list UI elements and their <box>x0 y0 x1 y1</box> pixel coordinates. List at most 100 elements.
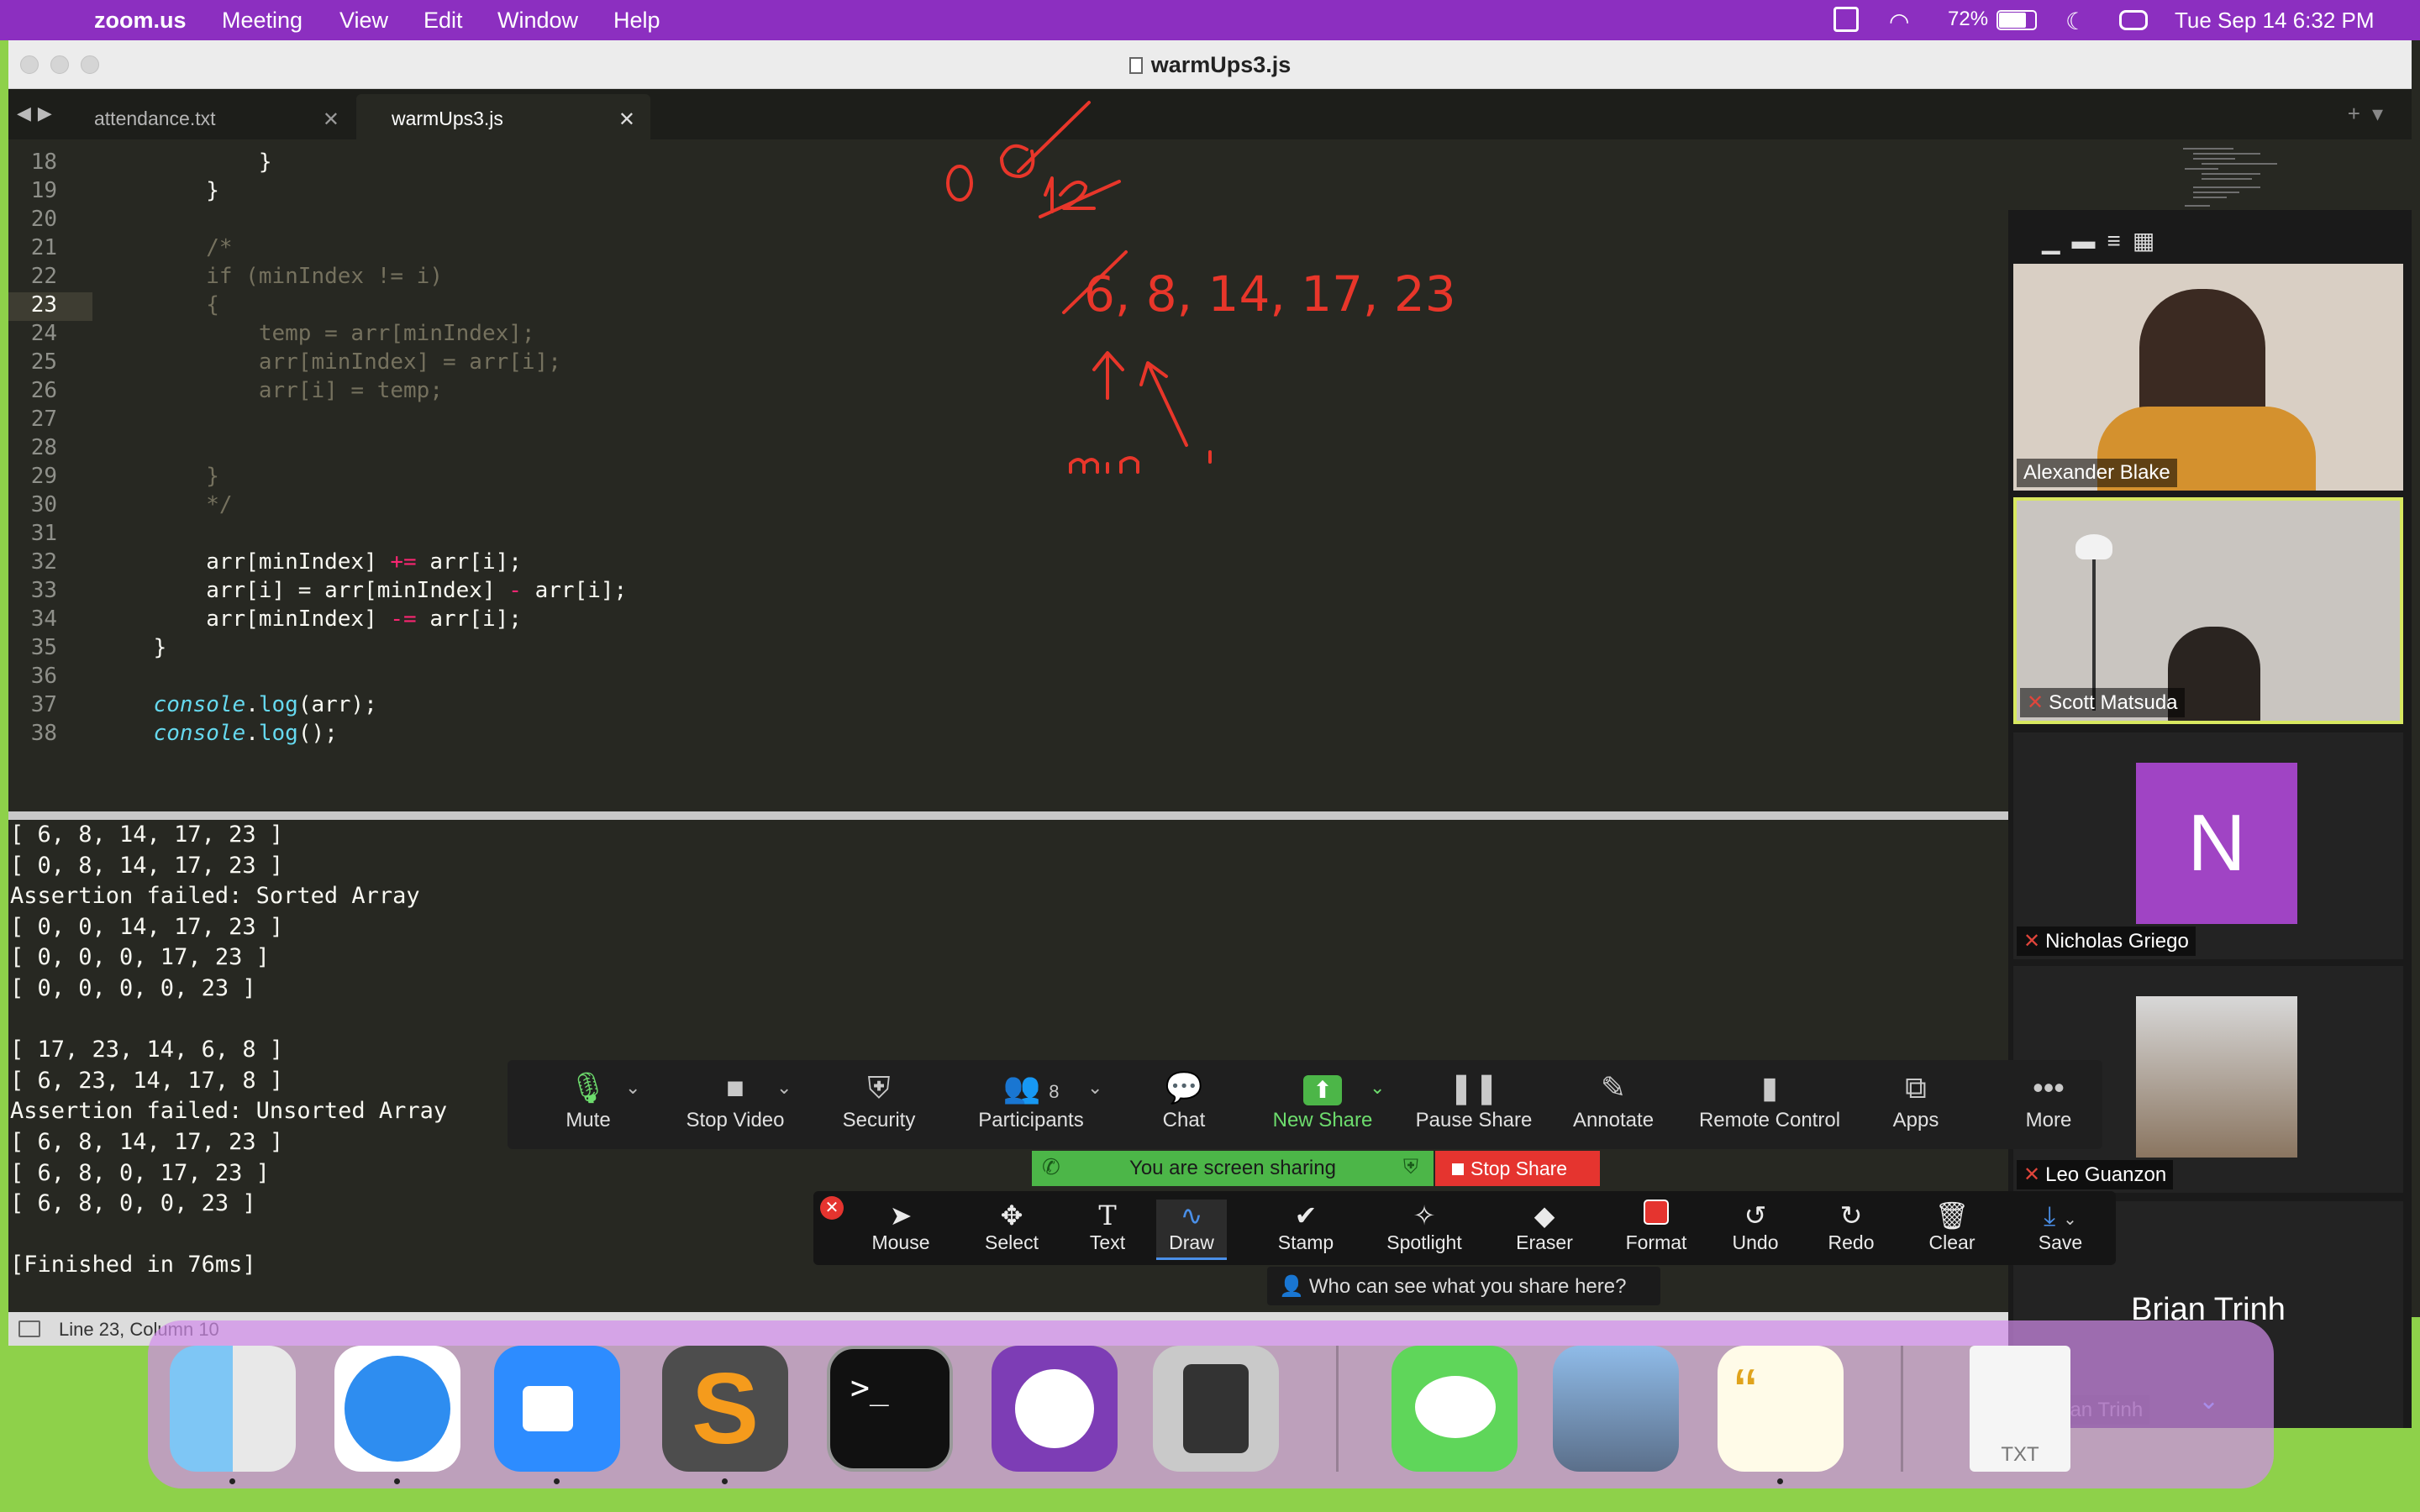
new-share-button[interactable]: ⬆ New Share <box>1264 1067 1381 1132</box>
code-token: arr[i]; <box>416 606 522 632</box>
view-layout-icons[interactable]: ▁▬≡▦ <box>2042 227 2166 255</box>
chat-button[interactable]: 💬 Chat <box>1146 1067 1222 1132</box>
annotate-button[interactable]: ✎ Annotate <box>1563 1067 1664 1132</box>
dock: S >_ “ TXT <box>148 1320 2274 1488</box>
more-button[interactable]: ••• More <box>2015 1067 2082 1132</box>
lamp-pole <box>2092 551 2096 711</box>
apps-button[interactable]: ⧉ Apps <box>1882 1067 1949 1132</box>
mute-button[interactable]: 🎙 Mute <box>555 1067 622 1132</box>
tool-undo[interactable]: ↺ Undo <box>1726 1200 1785 1254</box>
line-number: 37 <box>30 692 57 717</box>
participants-icon: 👥 8 <box>1002 1070 1060 1105</box>
do-not-disturb-moon-icon[interactable]: ☾ <box>2065 8 2086 35</box>
participant-name-text: Alexander Blake <box>2023 461 2170 484</box>
output-line: [ 6, 8, 14, 17, 23 ] <box>10 1129 284 1155</box>
annotation-layer: 6, 8, 14, 17, 23 <box>946 101 1456 474</box>
line-number: 32 <box>30 549 57 575</box>
new-tab-and-menu-icon[interactable]: +▾ <box>2348 101 2395 127</box>
output-line: [ 0, 0, 14, 17, 23 ] <box>10 913 284 940</box>
pause-icon: ❚❚ <box>1448 1070 1500 1105</box>
code-text: } <box>101 635 167 660</box>
code-token: arr[minIndex] <box>101 549 391 575</box>
button-label: New Share <box>1272 1109 1373 1131</box>
stop-share-button[interactable]: Stop Share <box>1435 1151 1600 1186</box>
checkmark-icon: ✔ <box>1294 1200 1318 1231</box>
undo-icon: ↺ <box>1744 1200 1767 1231</box>
participant-name-text: Leo Guanzon <box>2045 1163 2167 1186</box>
move-arrows-icon: ✥ <box>1000 1200 1023 1231</box>
participant-tile[interactable]: N ✕ Nicholas Griego <box>2013 732 2403 959</box>
stop-square-icon <box>1452 1163 1464 1175</box>
code-line: 33 arr[i] = arr[minIndex] - arr[i]; <box>8 578 2017 606</box>
tool-label: Select <box>985 1231 1039 1253</box>
tool-text[interactable]: T Text <box>1082 1200 1133 1254</box>
button-label: Participants <box>978 1109 1084 1131</box>
who-can-see-tooltip[interactable]: 👤 Who can see what you share here? <box>1267 1267 1660 1305</box>
annotation-arrow-min <box>1092 351 1124 400</box>
participants-options-chevron-icon[interactable]: ⌄ <box>1087 1077 1102 1099</box>
tool-eraser[interactable]: ◆ Eraser <box>1511 1200 1578 1254</box>
tool-redo[interactable]: ↻ Redo <box>1822 1200 1881 1254</box>
terminal-icon[interactable]: >_ <box>827 1346 953 1472</box>
security-button[interactable]: ⛨ Security <box>829 1067 929 1132</box>
mic-muted-icon: ✕ <box>2023 1163 2041 1186</box>
tool-mouse[interactable]: ➤ Mouse <box>867 1200 934 1254</box>
textedit-icon[interactable]: “ <box>1718 1346 1844 1472</box>
panel-toggle-icon[interactable] <box>18 1320 40 1337</box>
participants-button[interactable]: 👥 8 Participants <box>968 1067 1094 1132</box>
button-label: Pause Share <box>1415 1109 1533 1131</box>
txt-document-icon[interactable]: TXT <box>1970 1346 2070 1472</box>
share-up-arrow-icon: ⬆ <box>1264 1067 1381 1109</box>
shield-icon: ⛨ <box>867 1070 891 1105</box>
shield-check-icon: ⛨ <box>1403 1156 1418 1179</box>
tool-label: Mouse <box>871 1231 930 1253</box>
finder-icon[interactable] <box>170 1346 296 1472</box>
participant-count: 8 <box>1049 1081 1060 1102</box>
tool-format[interactable]: Format <box>1618 1200 1694 1254</box>
pause-share-button[interactable]: ❚❚ Pause Share <box>1407 1067 1541 1132</box>
sublime-text-icon[interactable]: S <box>662 1346 788 1472</box>
calculator-icon[interactable] <box>1153 1346 1279 1472</box>
share-options-chevron-icon[interactable]: ⌄ <box>1370 1077 1385 1099</box>
participant-tile[interactable]: Alexander Blake <box>2013 264 2403 491</box>
tool-save[interactable]: ⤓ ⌄ Save <box>2010 1200 2111 1254</box>
code-token: arr[i] = arr[minIndex] <box>101 578 509 603</box>
screen-sharing-banner[interactable]: ✆ You are screen sharing ⛨ <box>1032 1151 1434 1186</box>
code-line: 37 console.log(arr); <box>8 692 2017 721</box>
control-center-icon[interactable] <box>2119 10 2148 30</box>
github-desktop-icon[interactable] <box>992 1346 1118 1472</box>
running-indicator <box>229 1478 235 1484</box>
output-line: [ 0, 0, 0, 0, 23 ] <box>10 975 256 1001</box>
code-token: (arr); <box>297 692 377 717</box>
code-line: 36 <box>8 664 2017 692</box>
audio-options-chevron-icon[interactable]: ⌄ <box>625 1077 640 1099</box>
running-indicator <box>1777 1478 1783 1484</box>
zoom-icon[interactable] <box>494 1346 620 1472</box>
messages-icon[interactable] <box>1392 1346 1518 1472</box>
preview-icon[interactable] <box>1553 1346 1679 1472</box>
line-number: 35 <box>30 635 57 660</box>
tool-label: Stamp <box>1277 1231 1334 1253</box>
code-line: 38 console.log(); <box>8 721 2017 749</box>
chat-bubble-icon: 💬 <box>1165 1070 1203 1105</box>
tool-clear[interactable]: 🗑 Clear <box>1923 1200 1981 1254</box>
close-annotation-icon[interactable]: ✕ <box>820 1196 844 1220</box>
button-label: Chat <box>1162 1109 1206 1131</box>
output-line: [ 0, 8, 14, 17, 23 ] <box>10 852 284 879</box>
code-line: 35 } <box>8 635 2017 664</box>
tool-spotlight[interactable]: ✧ Spotlight <box>1378 1200 1470 1254</box>
clock[interactable]: Tue Sep 14 6:32 PM <box>2175 8 2375 34</box>
line-number: 34 <box>30 606 57 632</box>
safari-icon[interactable] <box>334 1346 460 1472</box>
tool-stamp[interactable]: ✔ Stamp <box>1272 1200 1339 1254</box>
video-options-chevron-icon[interactable]: ⌄ <box>776 1077 792 1099</box>
participant-name: ✕ Nicholas Griego <box>2017 927 2196 956</box>
tool-select[interactable]: ✥ Select <box>978 1200 1045 1254</box>
pencil-icon: ✎ <box>1600 1070 1627 1105</box>
remote-control-button[interactable]: ▮ Remote Control <box>1686 1067 1854 1132</box>
tool-draw[interactable]: ∿ Draw <box>1156 1200 1227 1260</box>
tool-label: Text <box>1089 1231 1126 1253</box>
participant-tile-active-speaker[interactable]: ✕ Scott Matsuda <box>2013 497 2403 724</box>
txt-label: TXT <box>2001 1443 2039 1466</box>
button-label: Stop Video <box>686 1109 785 1131</box>
